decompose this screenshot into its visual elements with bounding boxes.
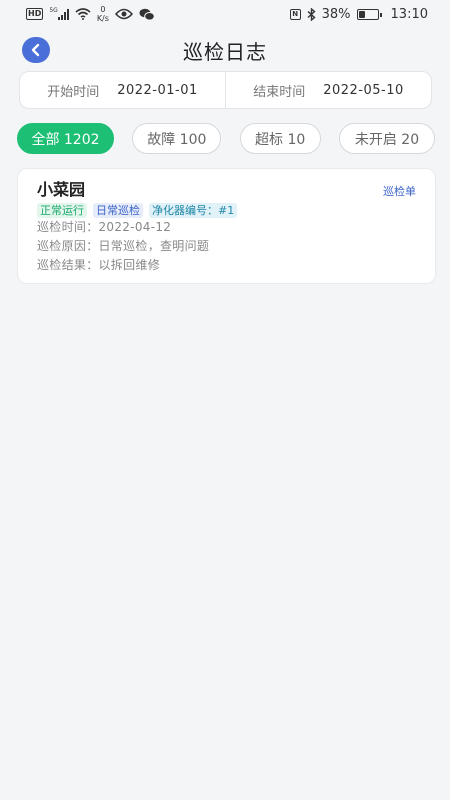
- device-number-tag: 净化器编号：#1: [149, 203, 238, 218]
- inspection-sheet-link[interactable]: 巡检单: [383, 183, 416, 199]
- status-tag: 正常运行: [37, 203, 87, 218]
- signal-icon: [57, 8, 69, 20]
- tab-all[interactable]: 全部 1202: [17, 123, 114, 154]
- wechat-icon: [139, 8, 155, 21]
- clock: 13:10: [390, 6, 428, 22]
- bluetooth-icon: [307, 7, 316, 21]
- date-range-filter: 开始时间 2022-01-01 结束时间 2022-05-10: [19, 71, 432, 109]
- status-bar-left: HD 5G 0 K/s: [26, 5, 155, 23]
- start-date-label: 开始时间: [47, 84, 100, 100]
- inspection-reason: 巡检原因：日常巡检，查明问题: [37, 239, 210, 253]
- page-title: 巡检日志: [183, 39, 267, 64]
- hd-icon: HD: [26, 8, 44, 20]
- inspection-record-card[interactable]: 小菜园 巡检单 正常运行 日常巡检 净化器编号：#1 巡检时间：2022-04-…: [17, 168, 436, 284]
- back-button[interactable]: [22, 37, 50, 63]
- type-tag: 日常巡检: [93, 203, 143, 218]
- record-title: 小菜园: [37, 180, 86, 199]
- tag-row: 正常运行 日常巡检 净化器编号：#1: [37, 203, 417, 218]
- end-date-label: 结束时间: [253, 84, 306, 100]
- network-type: 5G: [49, 7, 58, 14]
- header: 巡检日志: [0, 30, 450, 70]
- nfc-icon: N: [289, 8, 301, 20]
- status-bar: HD 5G 0 K/s N 38% 13:10: [0, 0, 450, 28]
- eye-icon: [114, 8, 133, 20]
- signal-group: 5G: [49, 7, 69, 20]
- start-date-value: 2022-01-01: [117, 82, 198, 98]
- end-date-picker[interactable]: 结束时间 2022-05-10: [226, 72, 431, 108]
- start-date-picker[interactable]: 开始时间 2022-01-01: [20, 72, 225, 108]
- battery-fill: [358, 10, 366, 18]
- tab-not-started[interactable]: 未开启 20: [338, 123, 435, 154]
- chevron-left-icon: [31, 43, 40, 57]
- network-speed: 0 K/s: [96, 5, 109, 23]
- status-bar-right: N 38% 13:10: [289, 6, 428, 22]
- battery-icon: [356, 8, 382, 20]
- inspection-result: 巡检结果：以拆回维修: [37, 258, 161, 272]
- tab-exceeded[interactable]: 超标 10: [239, 123, 321, 154]
- inspection-time: 巡检时间：2022-04-12: [37, 220, 172, 234]
- filter-tabs: 全部 1202 故障 100 超标 10 未开启 20: [17, 123, 435, 154]
- end-date-value: 2022-05-10: [323, 82, 404, 98]
- tab-fault[interactable]: 故障 100: [132, 123, 222, 154]
- wifi-icon: [75, 8, 91, 20]
- battery-percent: 38%: [321, 6, 351, 22]
